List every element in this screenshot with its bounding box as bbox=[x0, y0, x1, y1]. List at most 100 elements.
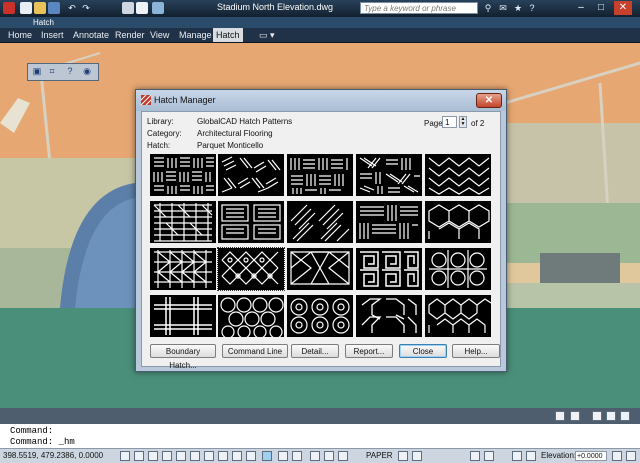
viewport-scale-icon[interactable] bbox=[412, 451, 422, 461]
dialog-title: Hatch Manager bbox=[154, 95, 216, 105]
hatch-pattern-thumbnail[interactable] bbox=[425, 248, 491, 290]
hatch-pattern-thumbnail[interactable] bbox=[218, 154, 284, 196]
hatch-pattern-thumbnail[interactable] bbox=[356, 248, 422, 290]
detail-button[interactable]: Detail... bbox=[291, 344, 339, 358]
clean-screen-toggle-icon[interactable] bbox=[626, 451, 636, 461]
ducs-icon[interactable] bbox=[204, 451, 214, 461]
ribbon-extra-menu[interactable]: ▭ ▾ bbox=[256, 28, 278, 42]
workspace-switch-icon[interactable] bbox=[470, 451, 480, 461]
crop-icon[interactable]: ⌗ bbox=[45, 65, 59, 78]
close-window-button[interactable]: ✕ bbox=[614, 1, 632, 15]
elevation-input[interactable]: +0.0000 bbox=[575, 451, 607, 461]
save-icon[interactable] bbox=[48, 2, 60, 14]
hatch-pattern-thumbnail[interactable] bbox=[425, 201, 491, 243]
tab-render[interactable]: Render bbox=[112, 28, 148, 42]
grid-icon[interactable] bbox=[134, 451, 144, 461]
help-button[interactable]: Help... bbox=[452, 344, 500, 358]
hatch-value: Parquet Monticello bbox=[197, 141, 264, 150]
workspace-icon[interactable] bbox=[592, 411, 602, 421]
page-spinner[interactable]: ▲ ▼ bbox=[459, 116, 467, 128]
annotation-scale-icon[interactable] bbox=[555, 411, 565, 421]
hatch-pattern-thumbnail[interactable] bbox=[287, 248, 353, 290]
osnap-icon[interactable] bbox=[176, 451, 186, 461]
subscription-icon[interactable]: ✉ bbox=[497, 2, 509, 14]
hatch-pattern-thumbnail[interactable] bbox=[356, 201, 422, 243]
qp-icon[interactable] bbox=[246, 451, 256, 461]
clean-screen-icon[interactable] bbox=[526, 451, 536, 461]
dyn-icon[interactable] bbox=[218, 451, 228, 461]
layer-icon[interactable] bbox=[152, 2, 164, 14]
hatch-pattern-thumbnail[interactable] bbox=[150, 154, 216, 196]
open-icon[interactable] bbox=[34, 2, 46, 14]
help-icon[interactable]: ? bbox=[526, 2, 538, 14]
report-button[interactable]: Report... bbox=[345, 344, 393, 358]
new-icon[interactable] bbox=[20, 2, 32, 14]
hatch-pattern-thumbnail[interactable] bbox=[150, 295, 216, 337]
status-menu-icon[interactable] bbox=[612, 451, 622, 461]
boundary-hatch-button[interactable]: Boundary Hatch... bbox=[150, 344, 216, 370]
print-icon[interactable] bbox=[122, 2, 134, 14]
layout2-icon[interactable] bbox=[292, 451, 302, 461]
app-menu-button[interactable] bbox=[3, 2, 15, 14]
redo-icon[interactable]: ↷ bbox=[80, 2, 92, 14]
warning-icon[interactable] bbox=[620, 411, 630, 421]
workspace-row: Hatch bbox=[0, 17, 640, 28]
toolbar-lock-icon[interactable] bbox=[484, 451, 494, 461]
hatch-pattern-thumbnail[interactable] bbox=[356, 295, 422, 337]
tab-manage[interactable]: Manage bbox=[176, 28, 215, 42]
zoom-icon[interactable] bbox=[324, 451, 334, 461]
hatch-pattern-thumbnail[interactable] bbox=[287, 201, 353, 243]
command-line[interactable]: Command: Command: _hm bbox=[0, 424, 640, 448]
layout-icon[interactable] bbox=[278, 451, 288, 461]
steering-wheel-icon[interactable] bbox=[338, 451, 348, 461]
star-icon[interactable]: ★ bbox=[512, 2, 524, 14]
hatch-pattern-thumbnail[interactable] bbox=[150, 201, 216, 243]
zoom-window-icon[interactable]: ▣ bbox=[30, 65, 44, 78]
publish-icon[interactable] bbox=[136, 2, 148, 14]
maximize-button[interactable]: □ bbox=[592, 1, 610, 15]
binoculars-icon[interactable]: ⚲ bbox=[482, 2, 494, 14]
hatch-pattern-thumbnail[interactable] bbox=[150, 248, 216, 290]
undo-icon[interactable]: ↶ bbox=[66, 2, 78, 14]
annotation-visibility-icon[interactable] bbox=[570, 411, 580, 421]
tab-annotate[interactable]: Annotate bbox=[70, 28, 112, 42]
lock-icon[interactable] bbox=[606, 411, 616, 421]
page-input[interactable]: 1 bbox=[442, 116, 457, 128]
tab-view[interactable]: View bbox=[147, 28, 172, 42]
globe-icon[interactable]: ◉ bbox=[80, 65, 94, 78]
workspace-caption: Hatch bbox=[33, 18, 54, 27]
coordinates-readout[interactable]: 398.5519, 479.2386, 0.0000 bbox=[3, 449, 103, 463]
floating-toolbar: ▣ ⌗ ? ◉ bbox=[27, 63, 99, 81]
search-input[interactable]: Type a keyword or phrase bbox=[360, 2, 478, 14]
tab-home[interactable]: Home bbox=[5, 28, 35, 42]
model-icon[interactable] bbox=[262, 451, 272, 461]
polar-icon[interactable] bbox=[162, 451, 172, 461]
ortho-icon[interactable] bbox=[148, 451, 158, 461]
hatch-pattern-thumbnail-selected[interactable] bbox=[217, 247, 285, 291]
hatch-pattern-thumbnail[interactable] bbox=[425, 295, 491, 337]
elevation-label: Elevation: bbox=[541, 451, 577, 460]
dialog-title-bar[interactable]: Hatch Manager ✕ bbox=[136, 90, 506, 111]
command-current-line[interactable]: Command: _hm bbox=[10, 437, 75, 447]
lineweight-icon[interactable] bbox=[232, 451, 242, 461]
pan-icon[interactable] bbox=[310, 451, 320, 461]
snap-icon[interactable] bbox=[120, 451, 130, 461]
help-icon[interactable]: ? bbox=[63, 65, 77, 78]
hatch-manager-dialog: Hatch Manager ✕ Library: GlobalCAD Hatch… bbox=[135, 89, 507, 372]
close-button[interactable]: Close bbox=[399, 344, 447, 358]
hatch-pattern-thumbnail[interactable] bbox=[287, 154, 353, 196]
otrack-icon[interactable] bbox=[190, 451, 200, 461]
dialog-close-button[interactable]: ✕ bbox=[476, 93, 502, 108]
tab-hatch[interactable]: Hatch bbox=[213, 28, 243, 42]
paper-space-toggle[interactable]: PAPER bbox=[366, 449, 393, 463]
command-line-button[interactable]: Command Line bbox=[222, 344, 288, 358]
hatch-pattern-thumbnail[interactable] bbox=[218, 295, 284, 337]
hatch-pattern-thumbnail[interactable] bbox=[218, 201, 284, 243]
hatch-pattern-thumbnail[interactable] bbox=[425, 154, 491, 196]
hatch-pattern-thumbnail[interactable] bbox=[287, 295, 353, 337]
isolate-icon[interactable] bbox=[512, 451, 522, 461]
maximize-viewport-icon[interactable] bbox=[398, 451, 408, 461]
hatch-pattern-thumbnail[interactable] bbox=[356, 154, 422, 196]
tab-insert[interactable]: Insert bbox=[38, 28, 67, 42]
minimize-button[interactable]: – bbox=[572, 1, 590, 15]
